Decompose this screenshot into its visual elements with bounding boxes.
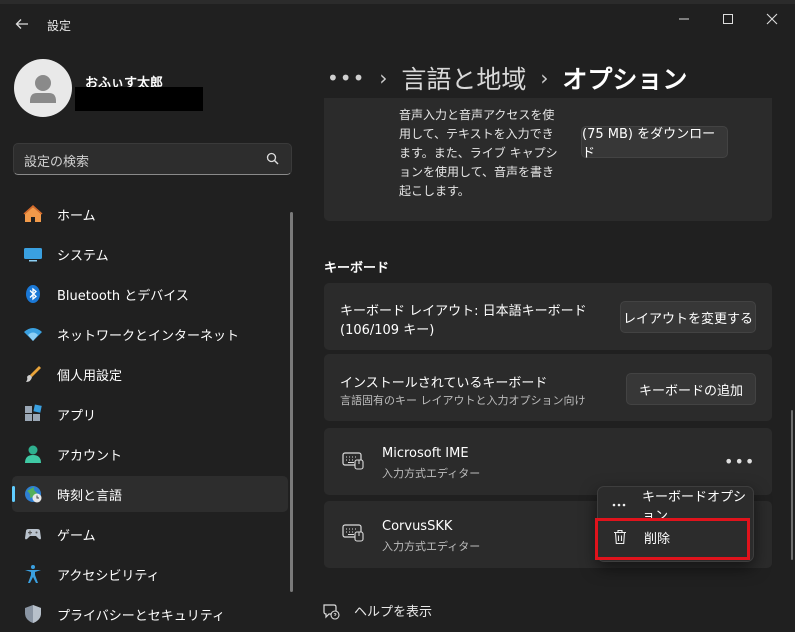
sidebar-item-label: システム	[57, 248, 109, 264]
bluetooth-icon	[26, 285, 40, 303]
installed-keyboards-title: インストールされているキーボード	[340, 376, 548, 391]
sidebar-item-label: ホーム	[57, 208, 96, 224]
sidebar-item-personalization[interactable]: 個人用設定	[12, 356, 288, 392]
back-arrow-icon	[15, 19, 28, 29]
keyboard-item-name: CorvusSKK	[382, 519, 453, 534]
accessibility-icon	[25, 565, 41, 583]
installed-keyboards-sub: 言語固有のキー レイアウトと入力オプション向け	[340, 394, 586, 407]
menu-item-keyboard-options[interactable]: キーボードオプション	[602, 489, 751, 524]
home-icon	[23, 204, 43, 222]
game-controller-icon	[25, 529, 41, 540]
keyboard-item-sub: 入力方式エディター	[382, 467, 481, 480]
sidebar-item-network[interactable]: ネットワークとインターネット	[12, 316, 288, 352]
shield-icon	[25, 605, 41, 623]
profile-email-redacted	[75, 87, 203, 111]
add-keyboard-button[interactable]: キーボードの追加	[626, 373, 756, 405]
sidebar-item-label: アカウント	[57, 448, 123, 464]
sidebar-item-label: ゲーム	[57, 528, 96, 544]
main-scrollbar[interactable]	[791, 410, 793, 560]
apps-icon	[25, 404, 42, 421]
sidebar-item-system[interactable]: システム	[12, 236, 288, 272]
page-title: オプション	[562, 65, 688, 94]
account-icon	[25, 445, 41, 463]
keyboard-layout-title: キーボード レイアウト: 日本語キーボード	[340, 304, 587, 319]
sidebar-item-apps[interactable]: アプリ	[12, 396, 288, 432]
download-speech-button[interactable]: (75 MB) をダウンロード	[581, 126, 728, 161]
help-label: ヘルプを表示	[354, 605, 433, 620]
sidebar-item-label: ネットワークとインターネット	[57, 328, 240, 344]
more-horizontal-icon	[612, 497, 626, 513]
system-icon	[24, 248, 42, 262]
highlight-annotation	[595, 518, 750, 560]
maximize-icon	[723, 14, 733, 24]
avatar[interactable]	[14, 59, 72, 117]
wifi-icon	[24, 328, 42, 341]
keyboard-layout-sub: (106/109 キー)	[340, 323, 435, 338]
maximize-button[interactable]	[706, 4, 750, 34]
minimize-button[interactable]	[662, 4, 706, 34]
sidebar-item-label: アプリ	[57, 408, 97, 424]
keyboard-item-sub: 入力方式エディター	[382, 540, 481, 553]
breadcrumb-more-button[interactable]: •••	[327, 66, 365, 90]
title-bar: 設定	[0, 4, 795, 44]
sidebar-item-accounts[interactable]: アカウント	[12, 436, 288, 472]
sidebar-nav: ホーム システム Bluetooth とデバイス ネットワークとインターネット …	[12, 196, 288, 632]
search-box[interactable]: 設定の検索	[13, 143, 292, 175]
breadcrumb-parent[interactable]: 言語と地域	[401, 60, 526, 96]
sidebar-item-home[interactable]: ホーム	[12, 196, 288, 232]
close-button[interactable]	[750, 4, 794, 34]
help-icon	[323, 603, 340, 620]
change-layout-button[interactable]: レイアウトを変更する	[620, 301, 756, 333]
speech-description: 音声入力と音声アクセスを使用して、テキストを入力できます。また、ライブ キャプシ…	[399, 108, 558, 198]
sidebar-item-accessibility[interactable]: アクセシビリティ	[12, 556, 288, 592]
breadcrumb: ••• › 言語と地域 › オプション	[327, 58, 687, 98]
sidebar-item-label: 個人用設定	[57, 368, 123, 384]
sidebar-scrollbar[interactable]	[290, 212, 293, 592]
search-input[interactable]: 設定の検索	[24, 151, 89, 170]
search-icon[interactable]	[265, 151, 281, 167]
sidebar-item-privacy[interactable]: プライバシーとセキュリティ	[12, 596, 288, 632]
more-options-button[interactable]: •••	[724, 452, 755, 471]
sidebar-item-label: アクセシビリティ	[57, 568, 160, 584]
keyboard-icon	[342, 452, 364, 470]
minimize-icon	[679, 18, 689, 20]
app-title: 設定	[47, 19, 72, 33]
chevron-right-icon: ›	[379, 66, 388, 90]
sidebar-item-label: プライバシーとセキュリティ	[57, 608, 225, 624]
keyboard-section-title: キーボード	[324, 261, 390, 276]
close-icon	[766, 13, 778, 25]
back-button[interactable]	[8, 10, 36, 38]
time-language-icon	[25, 486, 42, 503]
keyboard-item-ime[interactable]	[324, 428, 772, 495]
brush-icon	[26, 366, 41, 382]
sidebar-item-gaming[interactable]: ゲーム	[12, 516, 288, 552]
sidebar-item-label: 時刻と言語	[57, 488, 123, 504]
help-link[interactable]: ヘルプを表示	[322, 601, 432, 620]
person-icon	[30, 75, 56, 103]
chevron-right-icon: ›	[540, 66, 549, 90]
sidebar-item-label: Bluetooth とデバイス	[57, 288, 189, 304]
keyboard-item-name: Microsoft IME	[382, 446, 469, 461]
sidebar-item-time-language[interactable]: 時刻と言語	[12, 476, 288, 512]
sidebar-item-bluetooth[interactable]: Bluetooth とデバイス	[12, 276, 288, 312]
keyboard-icon	[342, 524, 364, 542]
